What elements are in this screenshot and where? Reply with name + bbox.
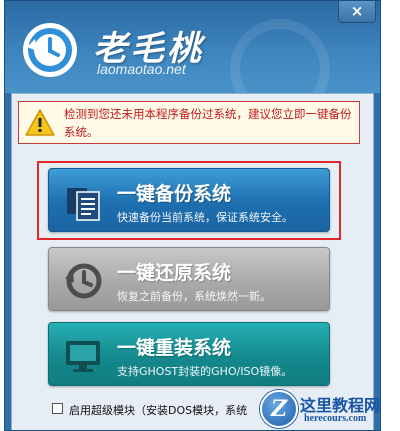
- site-watermark: Z 这里教程网 herecours.com: [258, 386, 400, 431]
- restore-button-subtitle: 恢复之前备份，系统焕然一新。: [117, 290, 271, 303]
- brand-url: laomaotao.net: [97, 61, 186, 77]
- backup-button-subtitle: 快速备份当前系统，保证系统安全。: [117, 211, 293, 224]
- advanced-module-label: 启用超级模块（安装DOS模块，系统: [69, 404, 248, 417]
- header-banner: 老毛桃 laomaotao.net ×: [5, 1, 380, 119]
- reinstall-system-button[interactable]: 一键重装系统 支持GHOST封装的GHO/ISO镜像。: [48, 322, 330, 386]
- advanced-module-checkbox[interactable]: [52, 403, 63, 414]
- site-badge-icon: Z: [260, 390, 298, 428]
- reinstall-button-title: 一键重装系统: [117, 337, 232, 359]
- warning-banner: 检测到您还未用本程序备份过系统，建议您立即一键备份系统。: [18, 101, 360, 144]
- backup-button-title: 一键备份系统: [117, 183, 232, 205]
- document-copy-icon: [67, 188, 100, 221]
- clock-logo-icon: [23, 23, 77, 77]
- monitor-icon: [66, 341, 100, 372]
- site-url: herecours.com: [304, 413, 367, 424]
- warning-text: 检测到您还未用本程序备份过系统，建议您立即一键备份系统。: [64, 107, 352, 139]
- close-button[interactable]: ×: [338, 1, 376, 23]
- backup-system-button[interactable]: 一键备份系统 快速备份当前系统，保证系统安全。: [48, 168, 330, 232]
- clock-restore-icon: [65, 263, 102, 299]
- restore-system-button[interactable]: 一键还原系统 恢复之前备份，系统焕然一新。: [48, 247, 330, 311]
- restore-button-title: 一键还原系统: [117, 262, 232, 284]
- warning-icon: [25, 109, 55, 136]
- reinstall-button-subtitle: 支持GHOST封装的GHO/ISO镜像。: [117, 365, 293, 378]
